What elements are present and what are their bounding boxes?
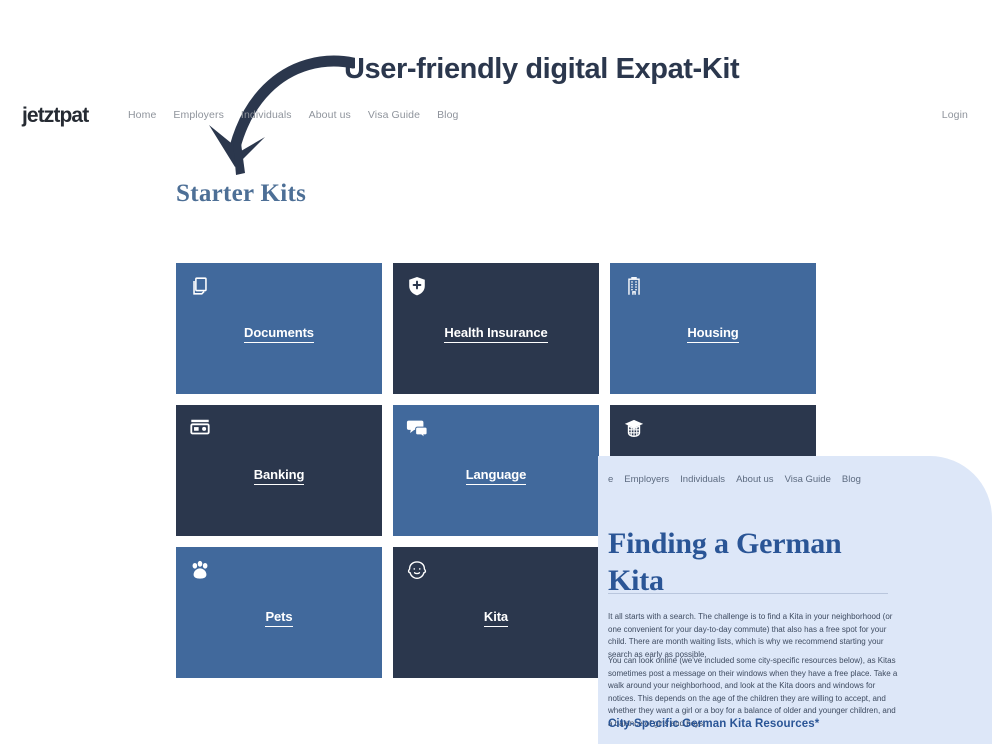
overlay-paragraph-1: It all starts with a search. The challen…	[608, 612, 893, 659]
kit-card-pets[interactable]: Pets	[176, 547, 382, 678]
kit-card-label: Health Insurance	[393, 325, 599, 343]
overlay-nav-item-blog[interactable]: Blog	[842, 474, 861, 485]
paw-print-icon	[189, 559, 211, 581]
overlay-nav-item-home[interactable]: e	[608, 474, 613, 485]
nav-item-about-us[interactable]: About us	[309, 109, 351, 121]
overlay-divider	[608, 593, 888, 594]
kit-card-label: Pets	[176, 609, 382, 627]
nav-item-home[interactable]: Home	[128, 109, 156, 121]
kit-card-housing[interactable]: Housing	[610, 263, 816, 394]
kit-card-kita[interactable]: Kita	[393, 547, 599, 678]
kit-card-label: Language	[393, 467, 599, 485]
nav-item-visa-guide[interactable]: Visa Guide	[368, 109, 420, 121]
login-link[interactable]: Login	[942, 109, 968, 121]
site-logo[interactable]: jetztpat	[22, 104, 89, 128]
overlay-nav-item-employers[interactable]: Employers	[624, 474, 669, 485]
speech-bubble-icon	[406, 417, 428, 439]
kit-card-label: Kita	[393, 609, 599, 627]
section-title-starter-kits: Starter Kits	[176, 180, 307, 207]
graduation-cap-icon	[623, 417, 645, 439]
main-navigation: Home Employers Individuals About us Visa…	[128, 109, 459, 121]
documents-icon	[189, 275, 211, 297]
overlay-nav-item-about-us[interactable]: About us	[736, 474, 774, 485]
baby-face-icon	[406, 559, 428, 581]
site-header: jetztpat Home Employers Individuals Abou…	[0, 104, 992, 158]
overlay-nav-item-individuals[interactable]: Individuals	[680, 474, 725, 485]
overlay-article-title: Finding a German Kita	[608, 527, 842, 598]
overlay-navigation: e Employers Individuals About us Visa Gu…	[608, 474, 861, 485]
nav-item-employers[interactable]: Employers	[173, 109, 224, 121]
overlay-nav-item-visa-guide[interactable]: Visa Guide	[785, 474, 831, 485]
shield-cross-icon	[406, 275, 428, 297]
kit-card-label: Banking	[176, 467, 382, 485]
overlay-subheading: City-Specific German Kita Resources*	[608, 718, 820, 730]
kit-card-label: Housing	[610, 325, 816, 343]
kit-card-label: Documents	[176, 325, 382, 343]
nav-item-individuals[interactable]: Individuals	[241, 109, 292, 121]
nav-item-blog[interactable]: Blog	[437, 109, 458, 121]
building-icon	[623, 275, 645, 297]
kit-card-banking[interactable]: Banking	[176, 405, 382, 536]
kit-card-language[interactable]: Language	[393, 405, 599, 536]
kit-card-documents[interactable]: Documents	[176, 263, 382, 394]
article-preview-overlay: e Employers Individuals About us Visa Gu…	[598, 456, 992, 744]
kit-card-health-insurance[interactable]: Health Insurance	[393, 263, 599, 394]
credit-card-icon	[189, 417, 211, 439]
page-headline: User-friendly digital Expat-Kit	[344, 53, 740, 85]
